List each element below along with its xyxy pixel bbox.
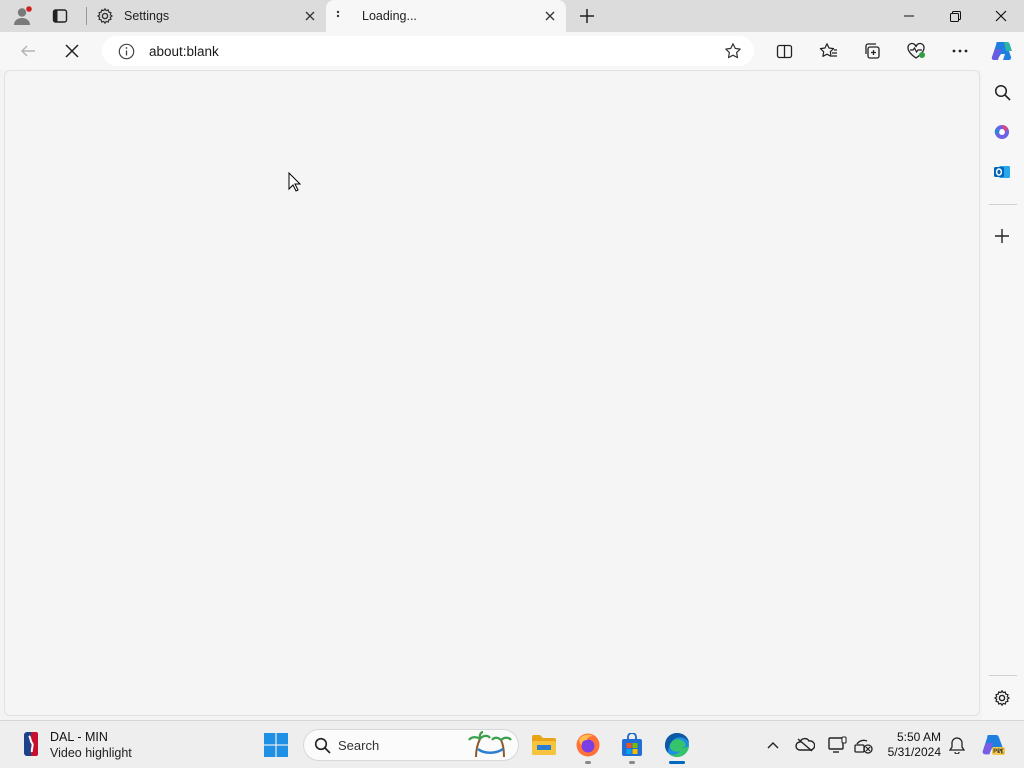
- split-screen-button[interactable]: [770, 37, 798, 65]
- new-tab-button[interactable]: [575, 4, 599, 28]
- firefox-icon: [576, 733, 600, 757]
- info-icon[interactable]: [118, 43, 135, 65]
- close-window-button[interactable]: [978, 0, 1024, 32]
- restore-button[interactable]: [932, 0, 978, 32]
- tab-label: Settings: [124, 9, 170, 23]
- outlook-icon: [994, 166, 1010, 178]
- taskbar: DAL - MIN Video highlight Search 5:50 AM…: [0, 720, 1024, 768]
- close-icon: [995, 10, 1007, 22]
- running-indicator: [629, 761, 635, 764]
- back-button[interactable]: [14, 37, 42, 65]
- edge-sidebar: [982, 70, 1024, 720]
- plus-icon: [580, 9, 594, 23]
- file-explorer-button[interactable]: [528, 729, 560, 761]
- more-button[interactable]: [946, 37, 974, 65]
- search-highlight-icon: [468, 730, 514, 764]
- minimize-icon: [904, 15, 914, 17]
- file-explorer-icon: [532, 735, 556, 755]
- close-tab-icon[interactable]: [300, 6, 320, 26]
- page-content[interactable]: [4, 70, 980, 716]
- network-icon[interactable]: [852, 734, 874, 756]
- split-screen-icon: [776, 44, 792, 58]
- sidebar-divider: [989, 675, 1017, 676]
- start-icon: [264, 733, 288, 757]
- sidebar-copilot-apps-button[interactable]: [990, 120, 1014, 144]
- news-widget-subtitle[interactable]: Video highlight: [50, 746, 132, 760]
- chevron-up-icon[interactable]: [762, 734, 784, 756]
- gear-icon: [96, 7, 114, 28]
- edge-icon: [664, 732, 690, 758]
- store-button[interactable]: [616, 729, 648, 764]
- taskbar-search-box[interactable]: Search: [303, 729, 519, 761]
- toolbar: about:blank: [0, 32, 1024, 70]
- running-indicator: [585, 761, 591, 764]
- notification-icon[interactable]: [946, 734, 968, 756]
- news-widget-title[interactable]: DAL - MIN: [50, 730, 108, 744]
- sidebar-settings-button[interactable]: [990, 686, 1014, 710]
- sidebar-divider: [989, 204, 1017, 205]
- title-bar: Settings Loading...: [0, 0, 1024, 32]
- favorites-button[interactable]: [814, 37, 842, 65]
- firefox-button[interactable]: [572, 729, 604, 764]
- more-icon: [952, 49, 968, 53]
- sidebar-search-button[interactable]: [990, 80, 1014, 104]
- nba-icon[interactable]: [20, 731, 42, 757]
- restore-icon: [949, 10, 961, 22]
- display-icon[interactable]: [826, 734, 848, 756]
- copilot-pre-icon[interactable]: [980, 732, 1006, 758]
- start-button[interactable]: [260, 729, 292, 761]
- favorites-icon: [819, 43, 837, 57]
- tab-separator: [86, 7, 87, 25]
- stop-loading-button[interactable]: [58, 37, 86, 65]
- tab-settings[interactable]: Settings: [88, 0, 326, 32]
- profile-icon[interactable]: [10, 4, 34, 28]
- search-placeholder: Search: [338, 738, 380, 753]
- stop-icon: [65, 44, 79, 58]
- add-icon: [995, 229, 1009, 243]
- collections-icon: [865, 43, 880, 59]
- store-icon: [622, 733, 642, 756]
- settings-icon: [993, 689, 1011, 707]
- favorite-star-icon[interactable]: [724, 42, 742, 65]
- copilot-apps-icon: [994, 125, 1009, 139]
- loading-icon: [336, 10, 340, 25]
- copilot-icon: [991, 42, 1012, 60]
- clock-date: 5/31/2024: [887, 745, 941, 759]
- edge-button[interactable]: [661, 729, 693, 764]
- minimize-button[interactable]: [886, 0, 932, 32]
- active-indicator: [669, 761, 685, 764]
- back-icon: [20, 45, 35, 57]
- address-text[interactable]: about:blank: [149, 44, 219, 59]
- copilot-button[interactable]: [988, 37, 1016, 65]
- browser-essentials-button[interactable]: [902, 37, 930, 65]
- tab-label: Loading...: [362, 9, 417, 23]
- address-bar[interactable]: about:blank: [102, 36, 754, 66]
- search-icon: [314, 737, 331, 759]
- browser-essentials-icon: [907, 42, 925, 59]
- search-icon: [994, 84, 1011, 101]
- mouse-cursor-icon: [288, 171, 302, 197]
- tab-loading[interactable]: Loading...: [326, 0, 566, 32]
- onedrive-offline-icon[interactable]: [794, 734, 816, 756]
- sidebar-outlook-button[interactable]: [990, 160, 1014, 184]
- tab-actions-icon[interactable]: [48, 4, 72, 28]
- sidebar-add-button[interactable]: [990, 224, 1014, 248]
- system-clock[interactable]: 5:50 AM 5/31/2024: [888, 730, 941, 760]
- collections-button[interactable]: [858, 37, 886, 65]
- close-tab-icon[interactable]: [540, 6, 560, 26]
- clock-time: 5:50 AM: [896, 730, 941, 744]
